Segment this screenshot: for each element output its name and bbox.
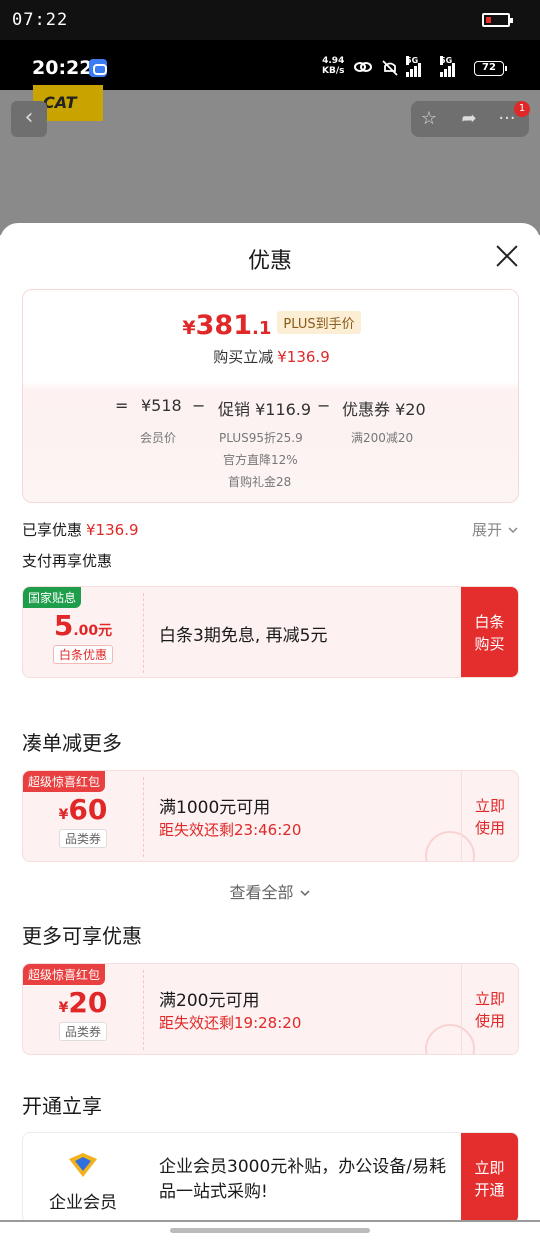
promo-detail: PLUS95折25.9 [219, 431, 303, 445]
baitiao-card: 国家贴息 5.00元 白条优惠 白条3期免息, 再减5元 白条 购买 [22, 586, 519, 678]
price-summary-card: ¥381.1 PLUS到手价 购买立减 ¥136.9 = ¥518 − 促销 ¥11… [22, 289, 519, 503]
use-now-button[interactable]: 立即 使用 [461, 964, 518, 1054]
baitiao-tag: 白条优惠 [52, 645, 114, 664]
discount-sheet: 优惠 ¥381.1 PLUS到手价 购买立减 ¥136.9 = ¥518 − 促销 … [0, 223, 540, 1240]
promo-detail: 首购礼金28 [228, 475, 292, 489]
enjoyed-discount: 已享优惠 ¥136.9 [22, 521, 139, 539]
minus-sign: − [317, 396, 331, 415]
phone-clock: 20:22 [32, 57, 93, 79]
pay-more-label: 支付再享优惠 [22, 552, 113, 570]
baitiao-amount: 5.00元 [53, 609, 113, 642]
signal-icon-2: 5G [440, 56, 456, 77]
member-price: ¥518 [141, 396, 182, 415]
signal-icon-1: 5G [406, 56, 422, 77]
battery-icon: 72 [474, 61, 507, 76]
top-actions: ☆ ➦ ··· [411, 101, 529, 137]
coupon-left: 超级惊喜红包 ¥60 品类券 [23, 771, 143, 861]
sheet-title: 优惠 [247, 249, 292, 274]
coupon-card: 超级惊喜红包 ¥20 品类券 满200元可用 距失效还剩19:28:20 立即 … [22, 963, 519, 1055]
network-speed: 4.94 KB/s [322, 56, 345, 76]
coupon-detail: 满200减20 [351, 431, 414, 445]
dashed-divider [143, 970, 144, 1050]
member-action-wrap: 立即 开通 [461, 1133, 518, 1223]
coupon-price: 优惠券 ¥20 [342, 400, 426, 419]
final-price-row: ¥381.1 PLUS到手价 [23, 310, 518, 341]
member-desc: 企业会员3000元补贴，办公设备/易耗品一站式采购! [159, 1157, 446, 1202]
coupon-amount: ¥20 [58, 986, 108, 1019]
promo-detail: 官方直降12% [223, 453, 298, 467]
member-price-label: 会员价 [140, 431, 177, 445]
enterprise-member-card: 企业会员 企业会员3000元补贴，办公设备/易耗品一站式采购! 立即 开通 [22, 1132, 519, 1224]
close-icon[interactable] [493, 242, 521, 270]
dashed-divider [143, 777, 144, 857]
red-packet-tag: 超级惊喜红包 [23, 771, 106, 792]
reduce-row: 购买立减 ¥136.9 [213, 348, 330, 366]
chevron-down-icon [508, 527, 518, 534]
section-title: 更多可享优惠 [22, 924, 142, 948]
member-name: 企业会员 [49, 1193, 117, 1213]
baitiao-buy-button[interactable]: 白条 购买 [461, 587, 518, 677]
view-all-button[interactable]: 查看全部 [0, 879, 540, 903]
link-icon [353, 59, 373, 77]
coupon-card: 超级惊喜红包 ¥60 品类券 满1000元可用 距失效还剩23:46:20 立即… [22, 770, 519, 862]
minus-sign: − [192, 396, 206, 415]
coupon-left: 超级惊喜红包 ¥20 品类券 [23, 964, 143, 1054]
home-indicator[interactable] [0, 1222, 540, 1240]
coupon-amount: ¥60 [58, 793, 108, 826]
equals-sign: = [115, 396, 129, 415]
section-title: 凑单减更多 [22, 731, 122, 755]
app-notification-icon [89, 59, 107, 77]
plus-price-tag: PLUS到手价 [277, 311, 361, 334]
mute-icon [381, 59, 399, 77]
coupon-type: 品类券 [58, 1022, 108, 1041]
outer-clock: 07:22 [12, 10, 69, 30]
subsidy-tag: 国家贴息 [23, 587, 82, 608]
coupon-condition: 满1000元可用 [159, 798, 271, 818]
promo-price: 促销 ¥116.9 [218, 400, 312, 419]
red-packet-tag: 超级惊喜红包 [23, 964, 106, 985]
coupon-type: 品类券 [58, 829, 108, 848]
back-icon[interactable]: ‹ [11, 101, 47, 137]
coupon-timer: 距失效还剩23:46:20 [159, 821, 302, 839]
baitiao-left: 国家贴息 5.00元 白条优惠 [23, 587, 143, 677]
use-now-button[interactable]: 立即 使用 [461, 771, 518, 861]
outer-battery-icon [482, 13, 513, 27]
chevron-down-icon [300, 890, 310, 897]
share-icon[interactable]: ➦ [457, 107, 481, 131]
star-icon[interactable]: ☆ [417, 107, 441, 131]
section-title: 开通立享 [22, 1094, 102, 1118]
notification-badge: 1 [514, 101, 530, 117]
final-price: ¥381.1 [182, 310, 272, 341]
coupon-condition: 满200元可用 [159, 991, 260, 1011]
baitiao-text: 白条3期免息, 再减5元 [159, 626, 328, 646]
expand-button[interactable]: 展开 [472, 519, 519, 540]
coupon-timer: 距失效还剩19:28:20 [159, 1014, 302, 1032]
outer-status-bar: 07:22 [0, 0, 540, 40]
activate-now-button[interactable]: 立即 开通 [461, 1133, 518, 1223]
phone-status-bar: 20:22 4.94 KB/s 5G 5G 72 [0, 40, 540, 90]
enterprise-logo-icon [69, 1153, 97, 1177]
dashed-divider [143, 593, 144, 673]
